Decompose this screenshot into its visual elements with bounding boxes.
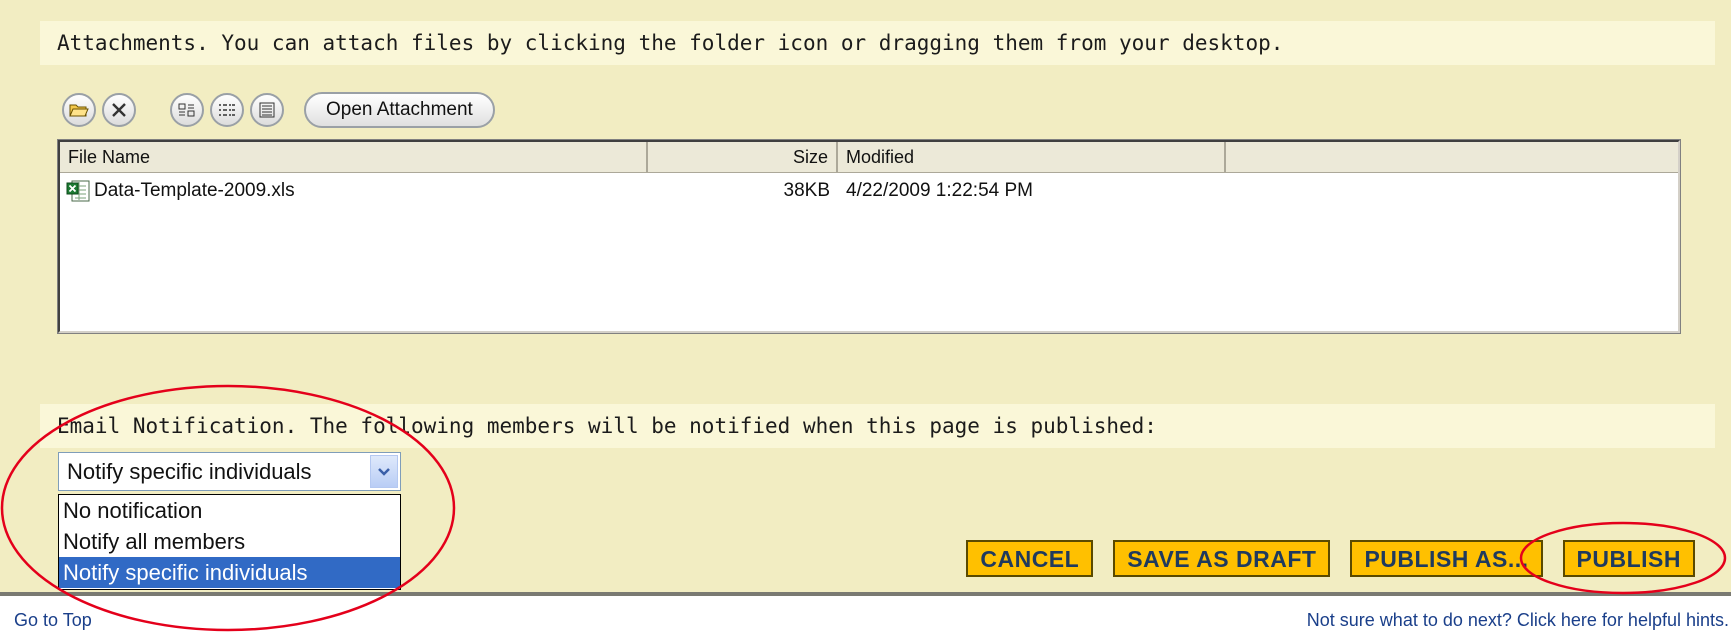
attachments-list-header: File Name Size Modified [60, 142, 1678, 173]
option-notify-specific-individuals[interactable]: Notify specific individuals [59, 557, 400, 588]
attachments-list[interactable]: File Name Size Modified Data-Template-20… [57, 139, 1681, 334]
column-modified[interactable]: Modified [838, 142, 1226, 172]
publish-button[interactable]: PUBLISH [1562, 540, 1695, 577]
cancel-button[interactable]: CANCEL [966, 540, 1094, 577]
file-size: 38KB [783, 180, 830, 201]
go-to-top-link[interactable]: Go to Top [14, 610, 92, 631]
column-file-name[interactable]: File Name [60, 142, 648, 172]
open-attachment-button[interactable]: Open Attachment [304, 92, 495, 128]
notification-selected-value: Notify specific individuals [67, 458, 312, 484]
option-notify-all-members[interactable]: Notify all members [59, 526, 400, 557]
notification-dropdown-list: No notification Notify all members Notif… [58, 494, 401, 590]
notification-select[interactable]: Notify specific individuals [58, 452, 401, 491]
chevron-down-icon[interactable] [370, 455, 398, 488]
list-view-icon[interactable] [210, 93, 244, 127]
table-row[interactable]: Data-Template-2009.xls 38KB 4/22/2009 1:… [60, 173, 1678, 209]
email-notification-instructions: Email Notification. The following member… [40, 404, 1715, 448]
option-no-notification[interactable]: No notification [59, 495, 400, 526]
excel-file-icon [66, 180, 90, 202]
attachments-instructions: Attachments. You can attach files by cli… [40, 21, 1715, 65]
column-empty [1226, 142, 1678, 172]
remove-x-icon[interactable] [102, 93, 136, 127]
page-actions: CANCEL SAVE AS DRAFT PUBLISH AS... PUBLI… [946, 540, 1695, 577]
file-modified: 4/22/2009 1:22:54 PM [846, 180, 1033, 201]
save-as-draft-button[interactable]: SAVE AS DRAFT [1113, 540, 1331, 577]
folder-open-icon[interactable] [62, 93, 96, 127]
helpful-hints-link[interactable]: Not sure what to do next? Click here for… [1307, 610, 1729, 631]
small-icons-view-icon[interactable] [170, 93, 204, 127]
attachments-toolbar: Open Attachment [62, 91, 495, 129]
file-name-cell: Data-Template-2009.xls [60, 180, 648, 202]
publish-as-button[interactable]: PUBLISH AS... [1350, 540, 1543, 577]
details-view-icon[interactable] [250, 93, 284, 127]
column-size[interactable]: Size [648, 142, 838, 172]
file-name: Data-Template-2009.xls [94, 180, 295, 201]
editor-panel: Attachments. You can attach files by cli… [0, 0, 1731, 596]
